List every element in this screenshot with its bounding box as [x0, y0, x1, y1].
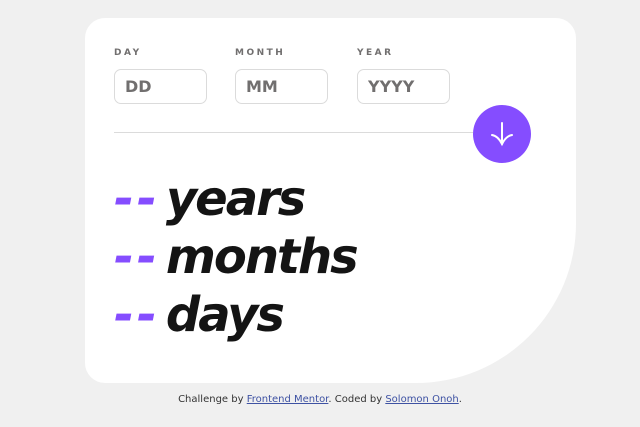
month-label: MONTH	[235, 48, 286, 58]
months-value: --	[114, 229, 160, 285]
frontend-mentor-link[interactable]: Frontend Mentor	[247, 394, 329, 405]
year-input[interactable]	[357, 69, 450, 104]
day-label: DAY	[114, 48, 142, 58]
attribution-middle: . Coded by	[328, 394, 383, 405]
divider	[114, 132, 509, 133]
attribution-suffix: .	[458, 394, 462, 405]
years-unit: years	[165, 171, 306, 227]
year-field: YEAR	[357, 48, 450, 104]
months-unit: months	[165, 229, 359, 285]
months-result: -- months	[114, 228, 359, 286]
month-input[interactable]	[235, 69, 328, 104]
attribution-prefix: Challenge by	[178, 394, 244, 405]
year-label: YEAR	[357, 48, 394, 58]
results: -- years -- months -- days	[114, 170, 359, 344]
month-field: MONTH	[235, 48, 328, 104]
submit-button[interactable]	[473, 105, 531, 163]
author-link[interactable]: Solomon Onoh	[385, 394, 458, 405]
arrow-down-icon	[491, 122, 513, 147]
days-value: --	[114, 287, 160, 343]
age-calculator-card: DAY MONTH YEAR --years --months --days	[85, 18, 576, 383]
day-input[interactable]	[114, 69, 207, 104]
days-unit: days	[165, 287, 285, 343]
days-result: -- days	[114, 286, 357, 344]
years-result: -- years	[114, 170, 357, 228]
years-value: --	[114, 171, 160, 227]
attribution: Challenge by Frontend Mentor. Coded by S…	[0, 394, 640, 405]
day-field: DAY	[114, 48, 207, 104]
